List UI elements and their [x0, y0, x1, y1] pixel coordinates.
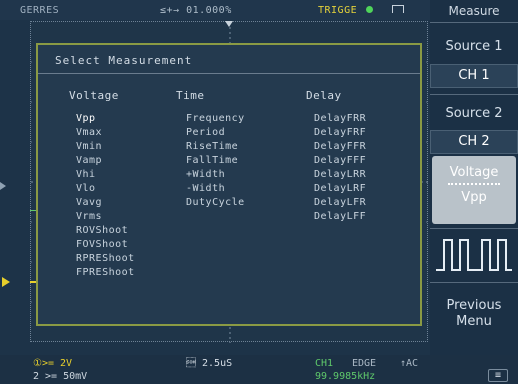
trigger-source: CH1: [315, 358, 334, 369]
measurement-item[interactable]: DelayFFR: [314, 140, 366, 154]
measurement-item[interactable]: DelayLRF: [314, 182, 366, 196]
trigger-led-icon: [366, 6, 373, 13]
menu-divider: [430, 282, 518, 283]
usb-icon: ≡: [488, 369, 508, 382]
delay-column-header: Delay: [306, 89, 342, 102]
timebase-scale[interactable]:  2.5uS: [186, 358, 232, 369]
side-menu: Measure Source 1 CH 1 Source 2 CH 2 Volt…: [430, 0, 518, 355]
bottom-status-bar: ①>= 2V 2 >= 50mV  2.5uS CH1 EDGE ↑AC 99…: [0, 355, 518, 384]
voltage-measurement-button[interactable]: Voltage Vpp: [432, 156, 516, 224]
measurement-item[interactable]: +Width: [186, 168, 245, 182]
voltage-column-header: Voltage: [69, 89, 119, 102]
trigger-coupling: ↑AC: [400, 358, 419, 369]
measurement-item[interactable]: FOVShoot: [76, 238, 135, 252]
trigger-type: EDGE: [352, 358, 377, 369]
measurement-item[interactable]: DelayLFR: [314, 196, 366, 210]
status-bar: GERRES ≤+→ 01.000% TRIGGE: [0, 0, 430, 20]
measurement-item[interactable]: Vlo: [76, 182, 135, 196]
measurement-item[interactable]: DelayFRR: [314, 112, 366, 126]
time-measurement-list: Frequency Period RiseTime FallTime +Widt…: [186, 112, 245, 210]
dialog-title: Select Measurement: [55, 54, 193, 67]
ch1-ground-marker-icon[interactable]: [2, 277, 10, 287]
source1-label: Source 1: [445, 39, 503, 54]
source1-button[interactable]: CH 1: [430, 64, 518, 88]
measurement-item[interactable]: -Width: [186, 182, 245, 196]
ch1-scale[interactable]: ①>= 2V: [33, 358, 72, 369]
menu-title: Measure: [448, 4, 500, 18]
measurement-item[interactable]: Vmin: [76, 140, 135, 154]
measurement-item[interactable]: DelayFFF: [314, 154, 366, 168]
delay-measurement-list: DelayFRR DelayFRF DelayFFR DelayFFF Dela…: [314, 112, 366, 224]
trigger-status: TRIGGE: [318, 5, 358, 16]
trigger-edge-icon: [392, 5, 404, 13]
select-measurement-dialog: Select Measurement Voltage Time Delay Vp…: [36, 43, 422, 326]
measurement-item[interactable]: Period: [186, 126, 245, 140]
measurement-item[interactable]: FallTime: [186, 154, 245, 168]
menu-divider: [430, 94, 518, 95]
measurement-item[interactable]: DelayFRF: [314, 126, 366, 140]
source2-label: Source 2: [445, 106, 503, 121]
measurement-item[interactable]: ROVShoot: [76, 224, 135, 238]
voltage-measurement-list: Vpp Vmax Vmin Vamp Vhi Vlo Vavg Vrms ROV…: [76, 112, 135, 280]
menu-divider: [430, 22, 518, 23]
measurement-item[interactable]: Vhi: [76, 168, 135, 182]
measurement-item[interactable]: Frequency: [186, 112, 245, 126]
source2-button[interactable]: CH 2: [430, 130, 518, 154]
measurement-item[interactable]: DelayLRR: [314, 168, 366, 182]
previous-menu-button[interactable]: Previous Menu: [430, 298, 518, 330]
frequency-readout: 99.9985kHz: [315, 371, 376, 382]
trigger-position-marker-icon[interactable]: [225, 21, 233, 27]
measurement-item[interactable]: Vavg: [76, 196, 135, 210]
run-status: GERRES: [20, 5, 60, 16]
measurement-item-vpp[interactable]: Vpp: [76, 112, 135, 126]
waveform-preview-icon: [436, 239, 512, 271]
dialog-divider: [38, 73, 420, 74]
time-column-header: Time: [176, 89, 205, 102]
menu-divider: [430, 228, 518, 229]
measurement-item[interactable]: Vrms: [76, 210, 135, 224]
voltage-dotted-divider: [448, 183, 500, 185]
measurement-item[interactable]: RiseTime: [186, 140, 245, 154]
measurement-item[interactable]: Vamp: [76, 154, 135, 168]
measurement-item[interactable]: DelayLFF: [314, 210, 366, 224]
measurement-item[interactable]: FPREShoot: [76, 266, 135, 280]
voltage-label: Voltage: [449, 165, 499, 180]
measurement-item[interactable]: Vmax: [76, 126, 135, 140]
ch2-scale[interactable]: 2 >= 50mV: [33, 371, 87, 382]
voltage-value: Vpp: [461, 190, 487, 205]
measurement-item[interactable]: DutyCycle: [186, 196, 245, 210]
measurement-item[interactable]: RPREShoot: [76, 252, 135, 266]
horizontal-position: ≤+→ 01.000%: [160, 5, 232, 16]
trigger-level-marker[interactable]: [0, 182, 6, 190]
